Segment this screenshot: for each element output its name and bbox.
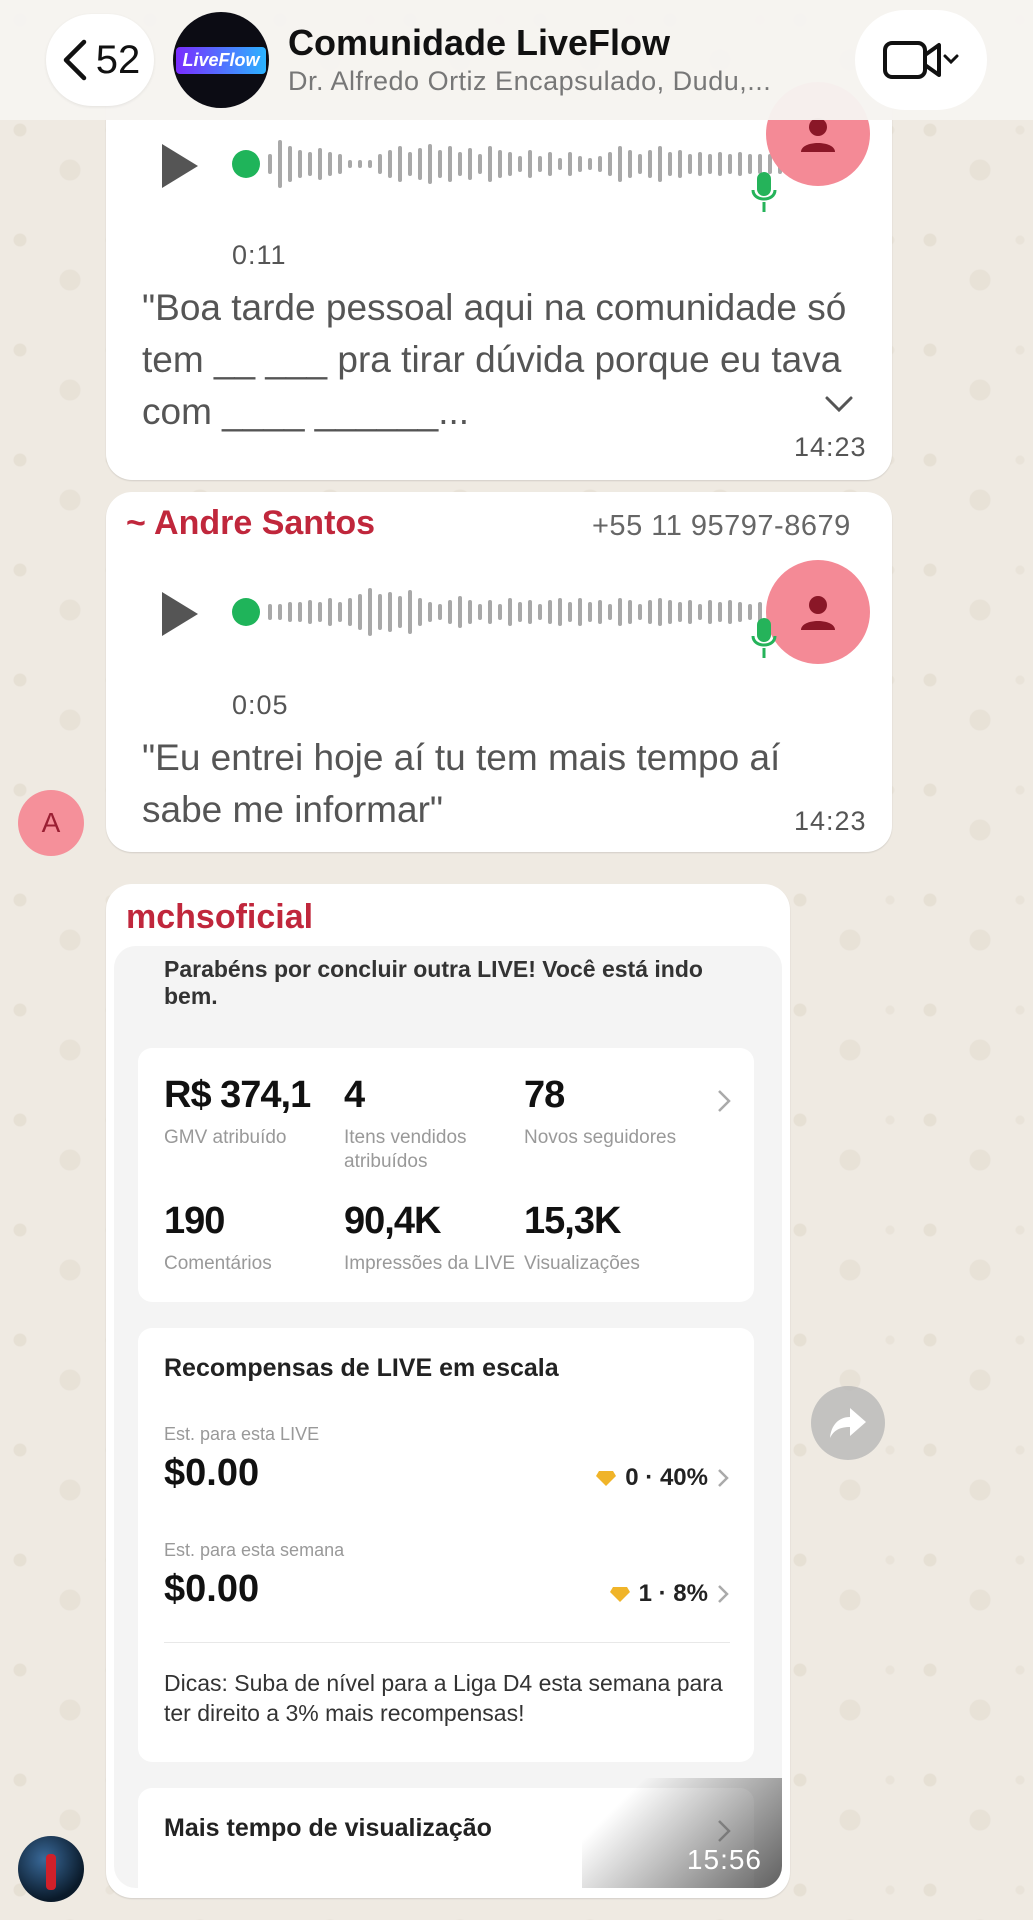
congrats-text: Parabéns por concluir outra LIVE! Você e… [164,956,703,1009]
est-live-tier[interactable]: 0 · 40% [595,1464,730,1492]
sender-name[interactable]: mchsoficial [126,898,313,937]
more-time-title: Mais tempo de visualização [164,1814,492,1842]
voice-duration: 0:05 [232,690,289,720]
sender-avatar-letter[interactable]: A [18,790,84,856]
metric-value: 4 [344,1074,365,1116]
sender-phone[interactable]: +55 11 95797-8679 [592,510,851,543]
rewards-card: Recompensas de LIVE em escala Est. para … [138,1328,754,1762]
avatar-figure [46,1854,56,1890]
back-button[interactable]: 52 [46,14,154,106]
message-time: 14:23 [794,806,867,836]
play-icon[interactable] [158,142,202,190]
forward-arrow-icon [830,1408,866,1438]
est-week-label: Est. para esta semana [164,1540,345,1560]
voice-message-bubble: 0:11 "Boa tarde pessoal aqui na comunida… [106,82,892,480]
group-avatar[interactable]: LiveFlow [173,12,269,108]
live-metrics-card[interactable]: R$ 374,1 GMV atribuído 4 Itens vendidos … [138,1048,754,1302]
chevron-left-icon [63,39,86,81]
message-time: 15:56 [686,1844,762,1875]
microphone-icon [751,618,777,658]
play-icon[interactable] [158,590,202,638]
metric-label: Itens vendidos atribuídos [344,1127,467,1172]
voice-transcript: "Boa tarde pessoal aqui na comunidade só… [142,287,847,432]
est-week-value: $0.00 [164,1568,260,1610]
sender-name[interactable]: ~ Andre Santos [126,504,375,543]
person-icon [801,596,835,630]
metric-value: R$ 374,1 [164,1074,311,1116]
metric-label: Novos seguidores [524,1127,677,1148]
est-week-tier-text: 1 · 8% [638,1580,708,1607]
metric-label: Visualizações [524,1253,640,1274]
liveflow-logo: LiveFlow [176,46,266,74]
chat-header: 52 LiveFlow Comunidade LiveFlow Dr. Alfr… [0,0,1033,120]
voice-duration: 0:11 [232,240,287,270]
waveform[interactable] [230,582,830,642]
est-live-label: Est. para esta LIVE [164,1424,320,1444]
chevron-right-icon[interactable] [716,1088,732,1114]
sender-photo-avatar[interactable] [18,1836,84,1902]
divider [164,1642,730,1643]
metric-value: 90,4K [344,1200,441,1242]
group-members[interactable]: Dr. Alfredo Ortiz Encapsulado, Dudu,... [288,66,771,97]
video-call-button[interactable] [855,10,987,110]
forward-button[interactable] [811,1386,885,1460]
metric-label: Comentários [164,1253,272,1274]
metric-value: 190 [164,1200,225,1242]
est-week-tier[interactable]: 1 · 8% [609,1580,730,1608]
metric-label: Impressões da LIVE [344,1253,516,1274]
chevron-down-icon[interactable] [824,394,854,414]
rewards-title: Recompensas de LIVE em escala [164,1354,559,1382]
diamond-icon [596,1471,617,1486]
metric-value: 78 [524,1074,565,1116]
sender-avatar[interactable] [766,560,870,664]
unread-count: 52 [95,37,141,82]
person-icon [801,118,835,152]
microphone-icon [751,172,777,212]
chevron-right-icon [718,1585,729,1603]
waveform[interactable] [230,134,830,194]
voice-message-bubble: ~ Andre Santos +55 11 95797-8679 0:05 "E… [106,492,892,852]
metric-label: GMV atribuído [164,1127,287,1148]
diamond-icon [609,1587,630,1602]
message-time: 14:23 [794,432,867,462]
shared-screenshot[interactable]: Parabéns por concluir outra LIVE! Você e… [114,946,782,1888]
est-live-value: $0.00 [164,1452,260,1494]
chevron-right-icon [718,1469,729,1487]
est-live-tier-text: 0 · 40% [625,1464,708,1491]
video-camera-icon [883,41,959,79]
tips-text: Dicas: Suba de nível para a Liga D4 esta… [164,1670,723,1726]
group-title[interactable]: Comunidade LiveFlow [288,22,670,64]
voice-transcript: "Eu entrei hoje aí tu tem mais tempo aí … [142,737,781,830]
metric-value: 15,3K [524,1200,621,1242]
